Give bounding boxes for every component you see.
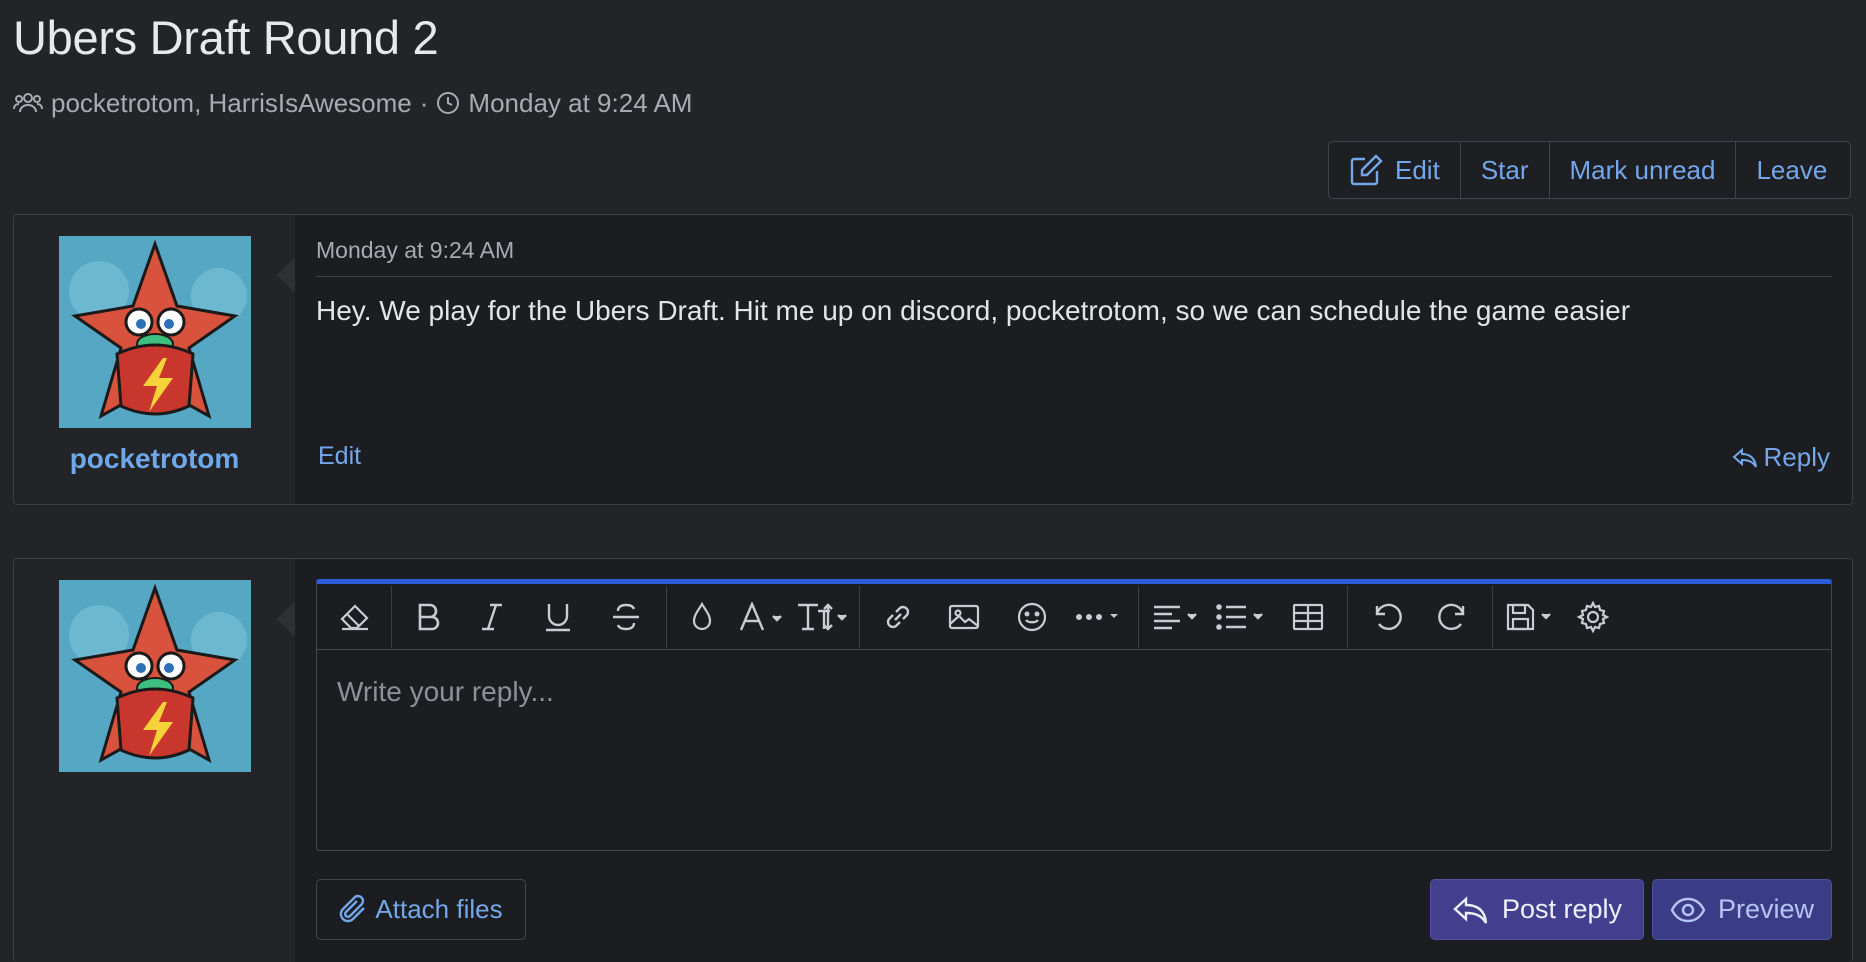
table-icon[interactable]	[1275, 584, 1341, 650]
image-icon[interactable]	[930, 584, 998, 650]
thread-start-date[interactable]: Monday at 9:24 AM	[468, 88, 692, 119]
message-date[interactable]: Monday at 9:24 AM	[316, 237, 514, 264]
strikethrough-icon[interactable]	[592, 584, 660, 650]
editor-toolbar	[317, 584, 1831, 650]
drafts-icon[interactable]	[1499, 584, 1563, 650]
reply-button[interactable]: Reply	[1731, 442, 1830, 473]
font-family-icon[interactable]	[731, 584, 793, 650]
avatar[interactable]	[59, 580, 251, 772]
users-icon	[13, 91, 43, 115]
preview-label: Preview	[1717, 894, 1815, 924]
edit-thread-label: Edit	[1395, 154, 1440, 185]
clock-icon	[436, 91, 460, 115]
reply-icon	[1452, 894, 1502, 926]
edit-message-link[interactable]: Edit	[318, 442, 361, 471]
eye-icon	[1670, 897, 1718, 923]
underline-icon[interactable]	[524, 584, 592, 650]
color-drop-icon[interactable]	[673, 584, 731, 650]
edit-icon	[1349, 154, 1395, 186]
list-icon[interactable]	[1209, 584, 1275, 650]
reply-label: Reply	[1763, 442, 1830, 472]
more-icon[interactable]	[1066, 584, 1132, 650]
reply-editor: Write your reply...	[316, 579, 1832, 851]
preview-button[interactable]: Preview	[1652, 879, 1832, 940]
attach-files-button[interactable]: Attach files	[316, 879, 526, 940]
avatar[interactable]	[59, 236, 251, 428]
paperclip-icon	[339, 894, 375, 926]
reply-arrow	[277, 601, 295, 637]
edit-thread-button[interactable]: Edit	[1329, 142, 1461, 198]
bold-icon[interactable]	[398, 584, 460, 650]
redo-icon[interactable]	[1420, 584, 1486, 650]
message-arrow	[277, 257, 295, 293]
star-button[interactable]: Star	[1461, 142, 1550, 198]
align-icon[interactable]	[1145, 584, 1209, 650]
leave-button[interactable]: Leave	[1736, 142, 1847, 198]
message-body: Hey. We play for the Ubers Draft. Hit me…	[316, 295, 1631, 326]
smiley-icon[interactable]	[998, 584, 1066, 650]
link-icon[interactable]	[866, 584, 930, 650]
quick-reply: Write your reply... Attach files Post re…	[13, 558, 1853, 962]
page-title: Ubers Draft Round 2	[13, 11, 439, 64]
reply-textarea[interactable]: Write your reply...	[337, 676, 554, 708]
mark-unread-button[interactable]: Mark unread	[1550, 142, 1737, 198]
italic-icon[interactable]	[460, 584, 524, 650]
font-size-icon[interactable]	[793, 584, 853, 650]
settings-icon[interactable]	[1563, 584, 1623, 650]
meta-separator: ·	[419, 87, 429, 118]
reply-icon	[1731, 446, 1764, 470]
message: pocketrotom Monday at 9:24 AM Hey. We pl…	[13, 214, 1853, 505]
thread-participants[interactable]: pocketrotom, HarrisIsAwesome	[51, 88, 412, 119]
thread-action-bar: Edit Star Mark unread Leave	[1328, 141, 1851, 199]
attach-files-label: Attach files	[375, 894, 503, 924]
post-reply-button[interactable]: Post reply	[1430, 879, 1644, 940]
username[interactable]: pocketrotom	[14, 443, 295, 475]
post-reply-label: Post reply	[1501, 894, 1623, 924]
thread-meta: pocketrotom, HarrisIsAwesome · Monday at…	[13, 86, 692, 120]
eraser-icon[interactable]	[325, 584, 385, 650]
message-divider	[316, 276, 1832, 277]
undo-icon[interactable]	[1354, 584, 1420, 650]
